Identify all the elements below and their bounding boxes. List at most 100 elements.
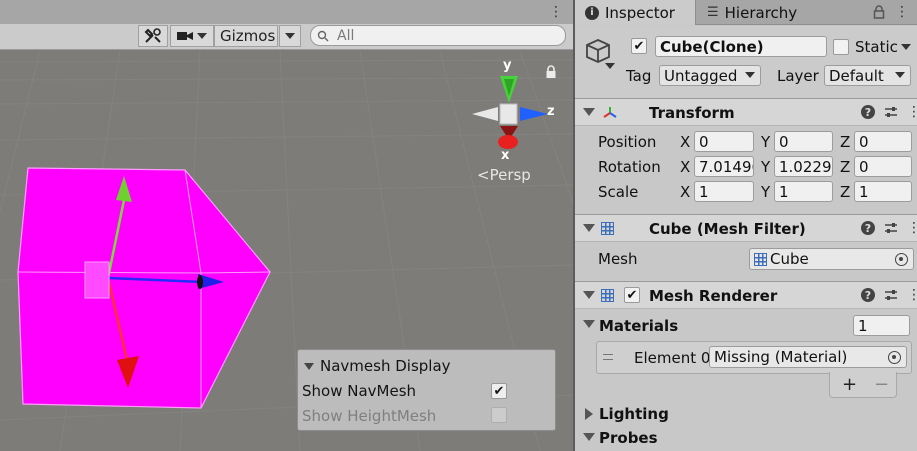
- static-label: Static: [855, 38, 898, 56]
- mesh-filter-title: Cube (Mesh Filter): [649, 220, 806, 238]
- scale-z-axis: Z: [840, 183, 851, 201]
- scale-label: Scale: [598, 183, 639, 201]
- mesh-renderer-header[interactable]: ✔ Mesh Renderer ? ⋮: [575, 281, 917, 309]
- scene-menu-icon[interactable]: ⋮: [549, 2, 563, 22]
- projection-toggle[interactable]: <Persp: [477, 166, 531, 184]
- active-checkbox[interactable]: ✔: [631, 38, 647, 54]
- checkmark-icon: ✔: [633, 38, 645, 54]
- lock-icon[interactable]: [545, 65, 557, 79]
- help-icon[interactable]: ?: [861, 105, 875, 119]
- materials-count-field[interactable]: 1: [853, 315, 910, 336]
- rotation-z-field[interactable]: 0: [854, 156, 912, 177]
- component-header-icons: ? ⋮: [861, 288, 917, 302]
- mesh-renderer-enabled-checkbox[interactable]: ✔: [624, 287, 640, 303]
- gizmos-dropdown-button[interactable]: [279, 25, 301, 47]
- materials-foldout[interactable]: Materials 1: [575, 311, 917, 337]
- presets-icon[interactable]: [884, 105, 898, 119]
- scale-x-field[interactable]: 1: [694, 181, 754, 202]
- probes-foldout[interactable]: Probes: [575, 426, 917, 450]
- component-menu-icon[interactable]: ⋮: [907, 221, 917, 235]
- rotation-y-axis: Y: [761, 158, 771, 176]
- scene-search-input[interactable]: All: [310, 25, 566, 46]
- rotation-y-field[interactable]: 1.02294: [774, 156, 833, 177]
- position-y-field[interactable]: 0: [774, 131, 833, 152]
- camera-icon[interactable]: [170, 25, 214, 47]
- object-picker-icon[interactable]: [895, 253, 908, 266]
- help-icon[interactable]: ?: [861, 288, 875, 302]
- tab-inspector-label: Inspector: [605, 3, 675, 22]
- rotation-x-field[interactable]: 7.01496: [694, 156, 754, 177]
- projection-label: Persp: [489, 166, 531, 184]
- position-z-field[interactable]: 0: [854, 131, 912, 152]
- scale-y-axis: Y: [761, 183, 771, 201]
- lock-icon[interactable]: [873, 5, 885, 19]
- object-picker-icon[interactable]: [888, 351, 901, 364]
- chevron-down-icon: [745, 72, 755, 78]
- inspector-panel: i Inspector ☰ Hierarchy ⋮ ✔ Cube(Clone) …: [575, 0, 917, 451]
- inspector-tab-bar: i Inspector ☰ Hierarchy ⋮: [575, 0, 917, 25]
- fold-down-icon: [583, 433, 595, 441]
- position-x-axis: X: [680, 133, 691, 151]
- scale-y-field[interactable]: 1: [774, 181, 833, 202]
- tag-dropdown[interactable]: Untagged: [659, 65, 761, 86]
- tab-hierarchy[interactable]: ☰ Hierarchy: [697, 0, 807, 25]
- show-navmesh-checkbox[interactable]: ✔: [491, 383, 507, 399]
- remove-element-button[interactable]: −: [874, 374, 889, 395]
- probes-label: Probes: [599, 429, 658, 447]
- navmesh-display-header[interactable]: Navmesh Display: [304, 357, 451, 375]
- hierarchy-icon: ☰: [707, 5, 719, 20]
- mesh-icon: [754, 252, 767, 266]
- object-name-field[interactable]: Cube(Clone): [655, 36, 827, 57]
- element-0-value: Missing (Material): [714, 348, 848, 366]
- component-menu-icon[interactable]: ⋮: [907, 105, 917, 119]
- navmesh-display-panel: Navmesh Display Show NavMesh ✔ Show Heig…: [297, 349, 556, 431]
- lighting-foldout[interactable]: Lighting: [575, 402, 917, 426]
- fold-down-icon: [583, 320, 595, 328]
- element-0-field[interactable]: Missing (Material): [709, 346, 907, 368]
- mesh-field[interactable]: Cube: [749, 248, 914, 270]
- component-header-icons: ? ⋮: [861, 221, 917, 235]
- position-x-field[interactable]: 0: [694, 131, 754, 152]
- presets-icon[interactable]: [884, 288, 898, 302]
- magenta-cube[interactable]: [17, 167, 271, 409]
- chevron-down-icon[interactable]: [901, 44, 911, 50]
- checkmark-icon: ✔: [626, 287, 638, 303]
- presets-icon[interactable]: [884, 221, 898, 235]
- layer-label: Layer: [777, 67, 819, 85]
- fold-down-icon: [583, 291, 595, 299]
- chevron-down-icon: [197, 33, 207, 39]
- help-icon[interactable]: ?: [861, 221, 875, 235]
- scale-z-field[interactable]: 1: [854, 181, 912, 202]
- mesh-filter-icon: [601, 222, 614, 235]
- scene-view[interactable]: ⋮ Gizmos All y z x <Persp Navmesh Displa…: [0, 0, 573, 451]
- drag-handle-icon[interactable]: [603, 354, 613, 360]
- gameobject-header: ✔ Cube(Clone) Static Tag Untagged Layer …: [575, 26, 917, 99]
- component-header-icons: ? ⋮: [861, 105, 917, 119]
- chevron-down-icon: [895, 72, 905, 78]
- static-checkbox[interactable]: [833, 39, 849, 55]
- tools-icon[interactable]: [138, 25, 168, 47]
- show-heightmesh-checkbox[interactable]: [491, 407, 507, 423]
- orientation-gizmo[interactable]: [472, 76, 548, 149]
- gizmos-button[interactable]: Gizmos: [214, 25, 278, 47]
- add-element-button[interactable]: +: [842, 374, 857, 395]
- layer-value: Default: [829, 66, 884, 85]
- scene-toolbar: Gizmos All: [0, 24, 573, 50]
- component-menu-icon[interactable]: ⋮: [907, 288, 917, 302]
- mesh-filter-header[interactable]: Cube (Mesh Filter) ? ⋮: [575, 214, 917, 242]
- mesh-value: Cube: [770, 250, 809, 268]
- chevron-left-icon: <: [477, 166, 490, 184]
- tab-inspector[interactable]: i Inspector: [575, 0, 696, 25]
- show-navmesh-label: Show NavMesh: [302, 382, 417, 400]
- search-placeholder: All: [337, 27, 355, 44]
- tab-hierarchy-label: Hierarchy: [724, 3, 798, 22]
- navmesh-display-title: Navmesh Display: [320, 357, 451, 375]
- show-heightmesh-label: Show HeightMesh: [302, 407, 437, 425]
- chevron-down-icon[interactable]: [605, 63, 615, 69]
- inspector-menu-icon[interactable]: ⋮: [895, 2, 909, 22]
- scale-x-axis: X: [680, 183, 691, 201]
- transform-header[interactable]: Transform ? ⋮: [575, 98, 917, 126]
- materials-label: Materials: [599, 317, 679, 335]
- layer-dropdown[interactable]: Default: [824, 65, 911, 86]
- gizmo-y-label: y: [503, 58, 512, 73]
